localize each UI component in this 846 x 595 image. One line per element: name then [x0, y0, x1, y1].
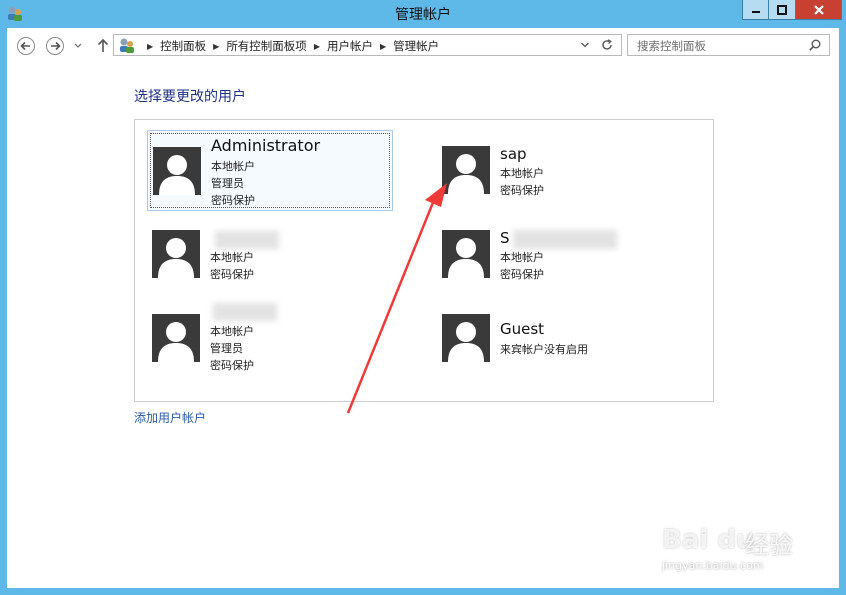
control-panel-users-icon: [120, 38, 134, 53]
breadcrumb-item[interactable]: 控制面板: [160, 38, 206, 54]
name-redaction: [513, 230, 617, 249]
maximize-icon: [777, 4, 787, 15]
minimize-button[interactable]: [742, 0, 769, 20]
name-redaction: [215, 231, 279, 249]
user-avatar-icon: [153, 147, 201, 195]
account-name: S: [500, 229, 510, 247]
account-role: 管理员: [210, 342, 243, 355]
user-avatar-icon: [152, 314, 200, 362]
account-tile-administrator[interactable]: Administrator 本地帐户 管理员 密码保护: [147, 130, 393, 211]
account-type: 本地帐户: [211, 160, 255, 173]
minimize-icon: [751, 10, 760, 13]
account-type: 本地帐户: [210, 325, 254, 338]
refresh-icon[interactable]: [600, 38, 614, 52]
name-redaction: [213, 303, 277, 321]
account-password-status: 密码保护: [211, 194, 255, 207]
user-avatar-icon: [442, 230, 490, 278]
user-avatar-icon: [152, 230, 200, 278]
account-tile-obscured[interactable]: S 本地帐户 密码保护: [437, 215, 682, 297]
account-name: sap: [500, 145, 527, 163]
breadcrumb-separator-icon[interactable]: ▶: [213, 42, 219, 51]
breadcrumb-separator-icon[interactable]: ▶: [380, 42, 386, 51]
account-status: 来宾帐户没有启用: [500, 343, 588, 356]
accounts-panel: Administrator 本地帐户 管理员 密码保护 sap 本地帐户 密码保…: [134, 119, 714, 402]
account-password-status: 密码保护: [210, 359, 254, 372]
account-type: 本地帐户: [500, 167, 544, 180]
page-title: 选择要更改的用户: [134, 89, 246, 105]
add-user-account-link[interactable]: 添加用户帐户: [134, 409, 206, 426]
account-type: 本地帐户: [210, 251, 254, 264]
address-dropdown-chevron-icon[interactable]: [580, 40, 590, 50]
close-button[interactable]: [796, 0, 842, 20]
account-tile-obscured[interactable]: 本地帐户 管理员 密码保护: [147, 298, 392, 388]
search-input[interactable]: 搜索控制面板: [627, 34, 830, 56]
close-icon: [813, 4, 824, 15]
breadcrumb-separator-icon[interactable]: ▶: [147, 42, 153, 51]
window-title: 管理帐户: [395, 7, 451, 23]
user-avatar-icon: [442, 146, 490, 194]
account-tile-obscured[interactable]: 本地帐户 密码保护: [147, 215, 392, 297]
navigation-bar: ▶ 控制面板 ▶ 所有控制面板项 ▶ 用户帐户 ▶ 管理帐户 搜索控制面板: [7, 28, 839, 66]
forward-arrow-icon[interactable]: [45, 36, 65, 56]
account-password-status: 密码保护: [500, 268, 544, 281]
search-placeholder: 搜索控制面板: [637, 39, 706, 53]
account-name: Guest: [500, 320, 545, 338]
recent-locations-chevron-icon[interactable]: [73, 41, 83, 51]
account-type: 本地帐户: [500, 251, 544, 264]
user-avatar-icon: [442, 314, 490, 362]
watermark-brand-cn: 经验: [745, 531, 793, 559]
breadcrumb-separator-icon[interactable]: ▶: [314, 42, 320, 51]
address-bar[interactable]: ▶ 控制面板 ▶ 所有控制面板项 ▶ 用户帐户 ▶ 管理帐户: [113, 34, 622, 56]
account-name: Administrator: [211, 136, 321, 155]
window-client-area: ▶ 控制面板 ▶ 所有控制面板项 ▶ 用户帐户 ▶ 管理帐户 搜索控制面板 选择…: [7, 28, 839, 588]
watermark-url: jingyan.baidu.com: [662, 559, 764, 572]
account-password-status: 密码保护: [210, 268, 254, 281]
maximize-button[interactable]: [769, 0, 796, 20]
title-bar: 管理帐户: [0, 0, 846, 28]
breadcrumb-item[interactable]: 用户帐户: [327, 38, 373, 54]
watermark-brand: Bai du: [662, 525, 755, 555]
up-arrow-icon[interactable]: [93, 36, 113, 56]
account-tile-guest[interactable]: Guest 来宾帐户没有启用: [437, 298, 682, 388]
breadcrumb: ▶ 控制面板 ▶ 所有控制面板项 ▶ 用户帐户 ▶ 管理帐户: [140, 38, 439, 54]
breadcrumb-item[interactable]: 管理帐户: [393, 38, 439, 54]
back-arrow-icon[interactable]: [16, 36, 36, 56]
breadcrumb-item[interactable]: 所有控制面板项: [226, 38, 307, 54]
account-password-status: 密码保护: [500, 184, 544, 197]
search-icon[interactable]: [808, 38, 822, 52]
account-tile-sap[interactable]: sap 本地帐户 密码保护: [437, 130, 682, 212]
account-role: 管理员: [211, 177, 244, 190]
